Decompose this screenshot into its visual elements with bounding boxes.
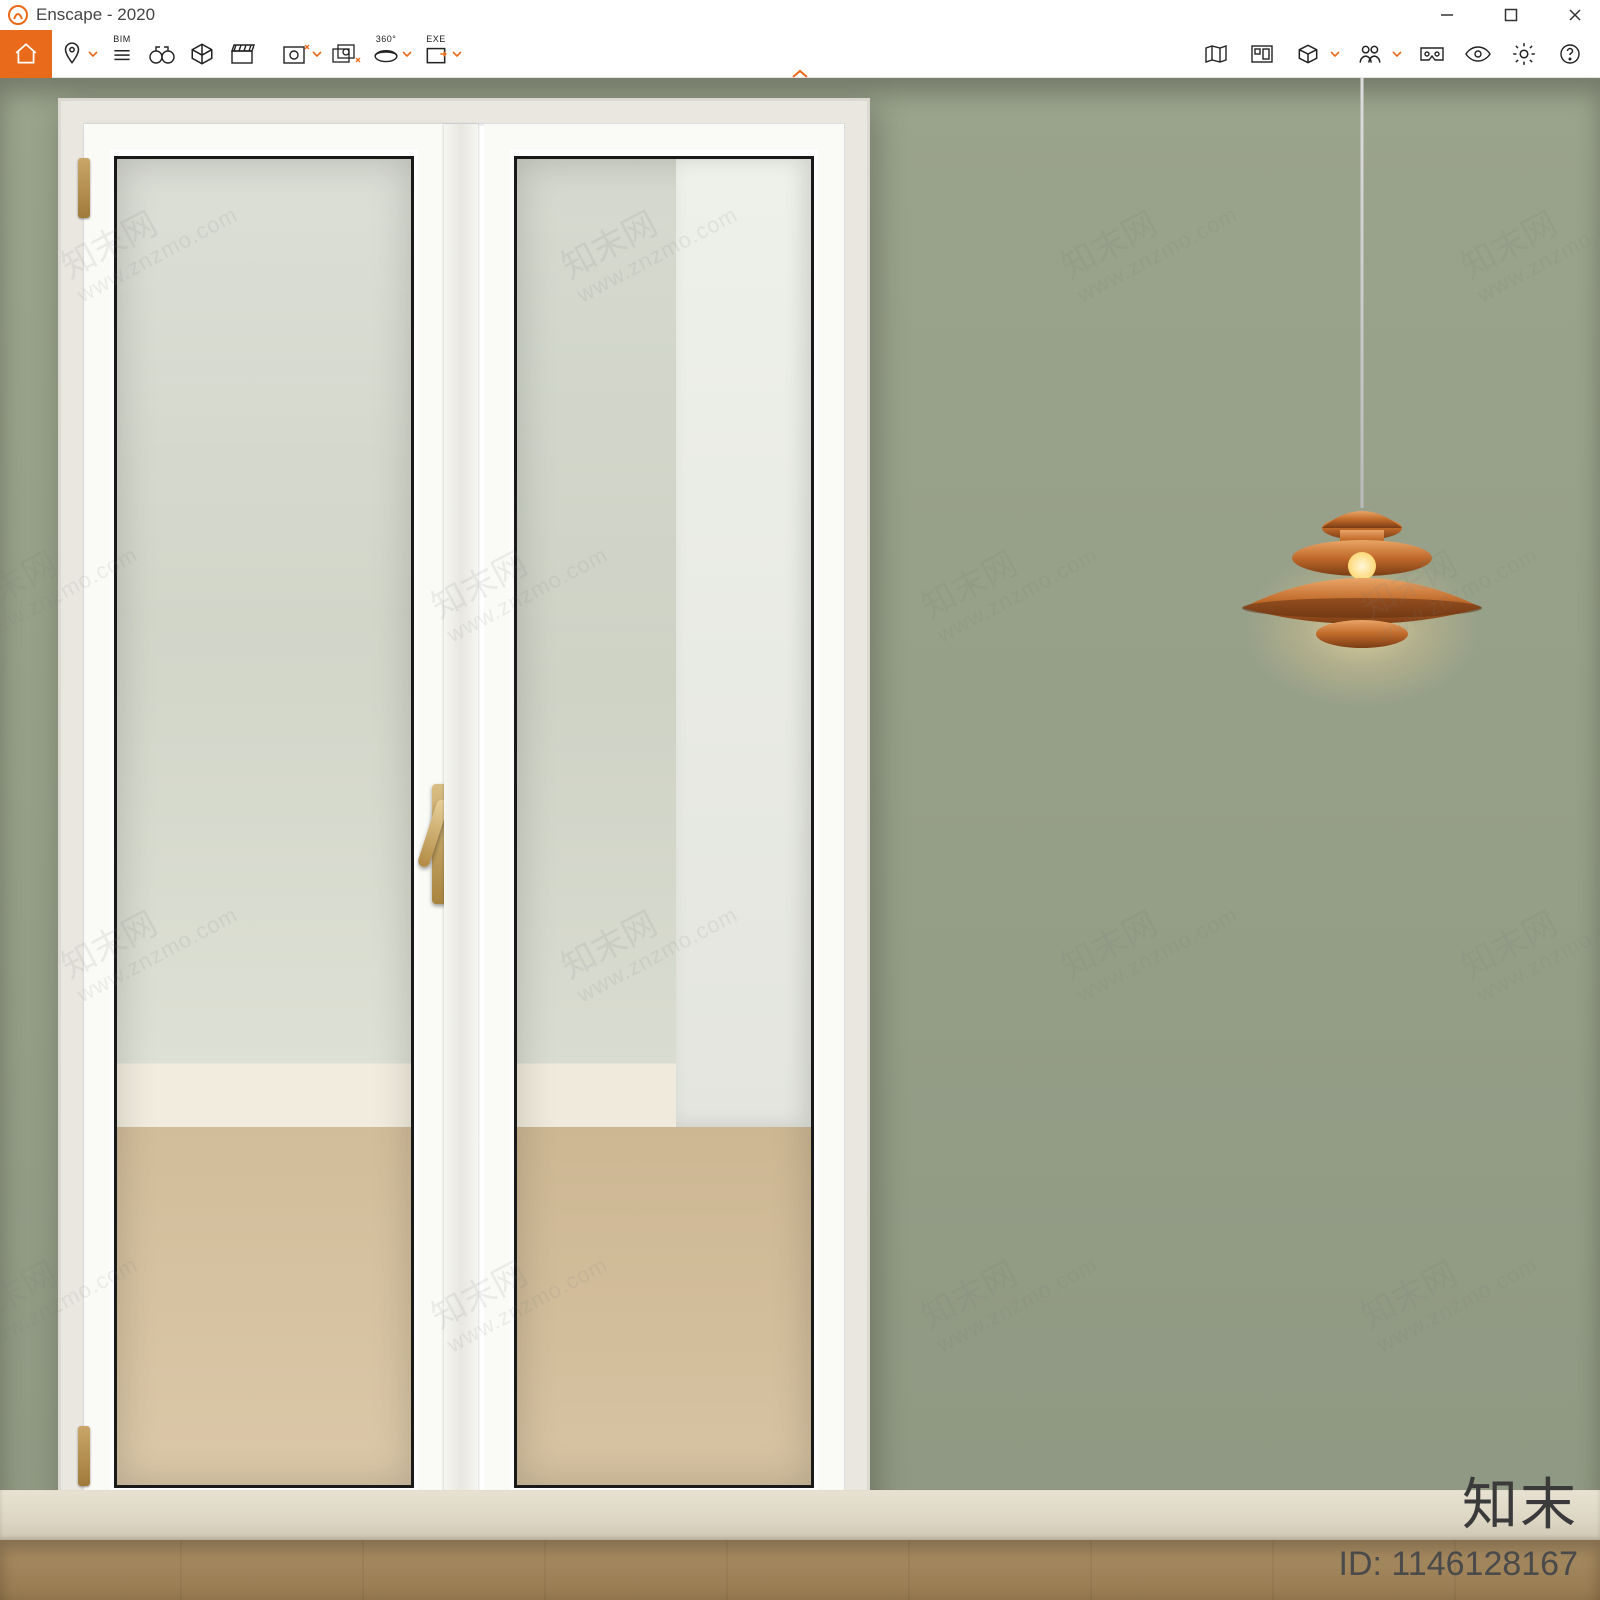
settings-gear-button[interactable] [1504, 30, 1544, 78]
scene-door [58, 98, 870, 1546]
video-clapper-button[interactable] [222, 30, 262, 78]
cube-view-button[interactable] [1288, 30, 1328, 78]
batch-render-button[interactable] [326, 30, 366, 78]
help-button[interactable] [1550, 30, 1590, 78]
toolbar-left-group: BIM [0, 30, 466, 77]
pano-label: 360° [376, 34, 397, 44]
bim-info-button[interactable]: BIM [102, 30, 142, 78]
window-title: Enscape - 2020 [36, 5, 155, 25]
minimize-button[interactable] [1428, 1, 1466, 29]
asset-info-overlay: 知末 ID: 1146128167 [1339, 1460, 1578, 1584]
exe-export-button[interactable]: EXE [416, 30, 456, 78]
vr-headset-button[interactable] [1412, 30, 1452, 78]
minimap-button[interactable] [1196, 30, 1236, 78]
lamp-shade-icon [1212, 458, 1512, 678]
exe-label: EXE [426, 34, 446, 44]
screenshot-button[interactable] [276, 30, 316, 78]
home-button[interactable] [0, 30, 52, 78]
binoculars-button[interactable] [142, 30, 182, 78]
render-viewport[interactable]: 知末网www.znzmo.com 知末网www.znzmo.com 知末网www… [0, 78, 1600, 1600]
door-hinge-top [78, 158, 90, 218]
main-toolbar: BIM [0, 30, 1600, 78]
close-button[interactable] [1556, 1, 1594, 29]
collaboration-button[interactable] [1350, 30, 1390, 78]
app-logo-icon [8, 5, 28, 25]
door-glass-left [114, 156, 414, 1488]
location-pin-button[interactable] [52, 30, 92, 78]
door-mullion [444, 124, 478, 1520]
asset-id-text: ID: 1146128167 [1339, 1545, 1578, 1584]
brand-text: 知末 [1339, 1460, 1578, 1541]
window-controls [1428, 1, 1594, 29]
door-glass-right [514, 156, 814, 1488]
door-hinge-bottom [78, 1426, 90, 1486]
door-leaf-openable [84, 124, 444, 1520]
bim-label: BIM [113, 34, 131, 44]
window-title-bar: Enscape - 2020 [0, 0, 1600, 30]
lamp-cord [1361, 78, 1364, 508]
door-leaf-fixed [484, 124, 844, 1520]
panorama-360-button[interactable]: 360° [366, 30, 406, 78]
toolbar-right-group [1196, 30, 1600, 77]
asset-library-button[interactable] [1242, 30, 1282, 78]
scene-pendant-lamp [1212, 78, 1512, 718]
chevron-down-icon[interactable] [1390, 48, 1404, 60]
chevron-down-icon[interactable] [1328, 48, 1342, 60]
maximize-button[interactable] [1492, 1, 1530, 29]
visibility-eye-button[interactable] [1458, 30, 1498, 78]
perspective-button[interactable] [182, 30, 222, 78]
